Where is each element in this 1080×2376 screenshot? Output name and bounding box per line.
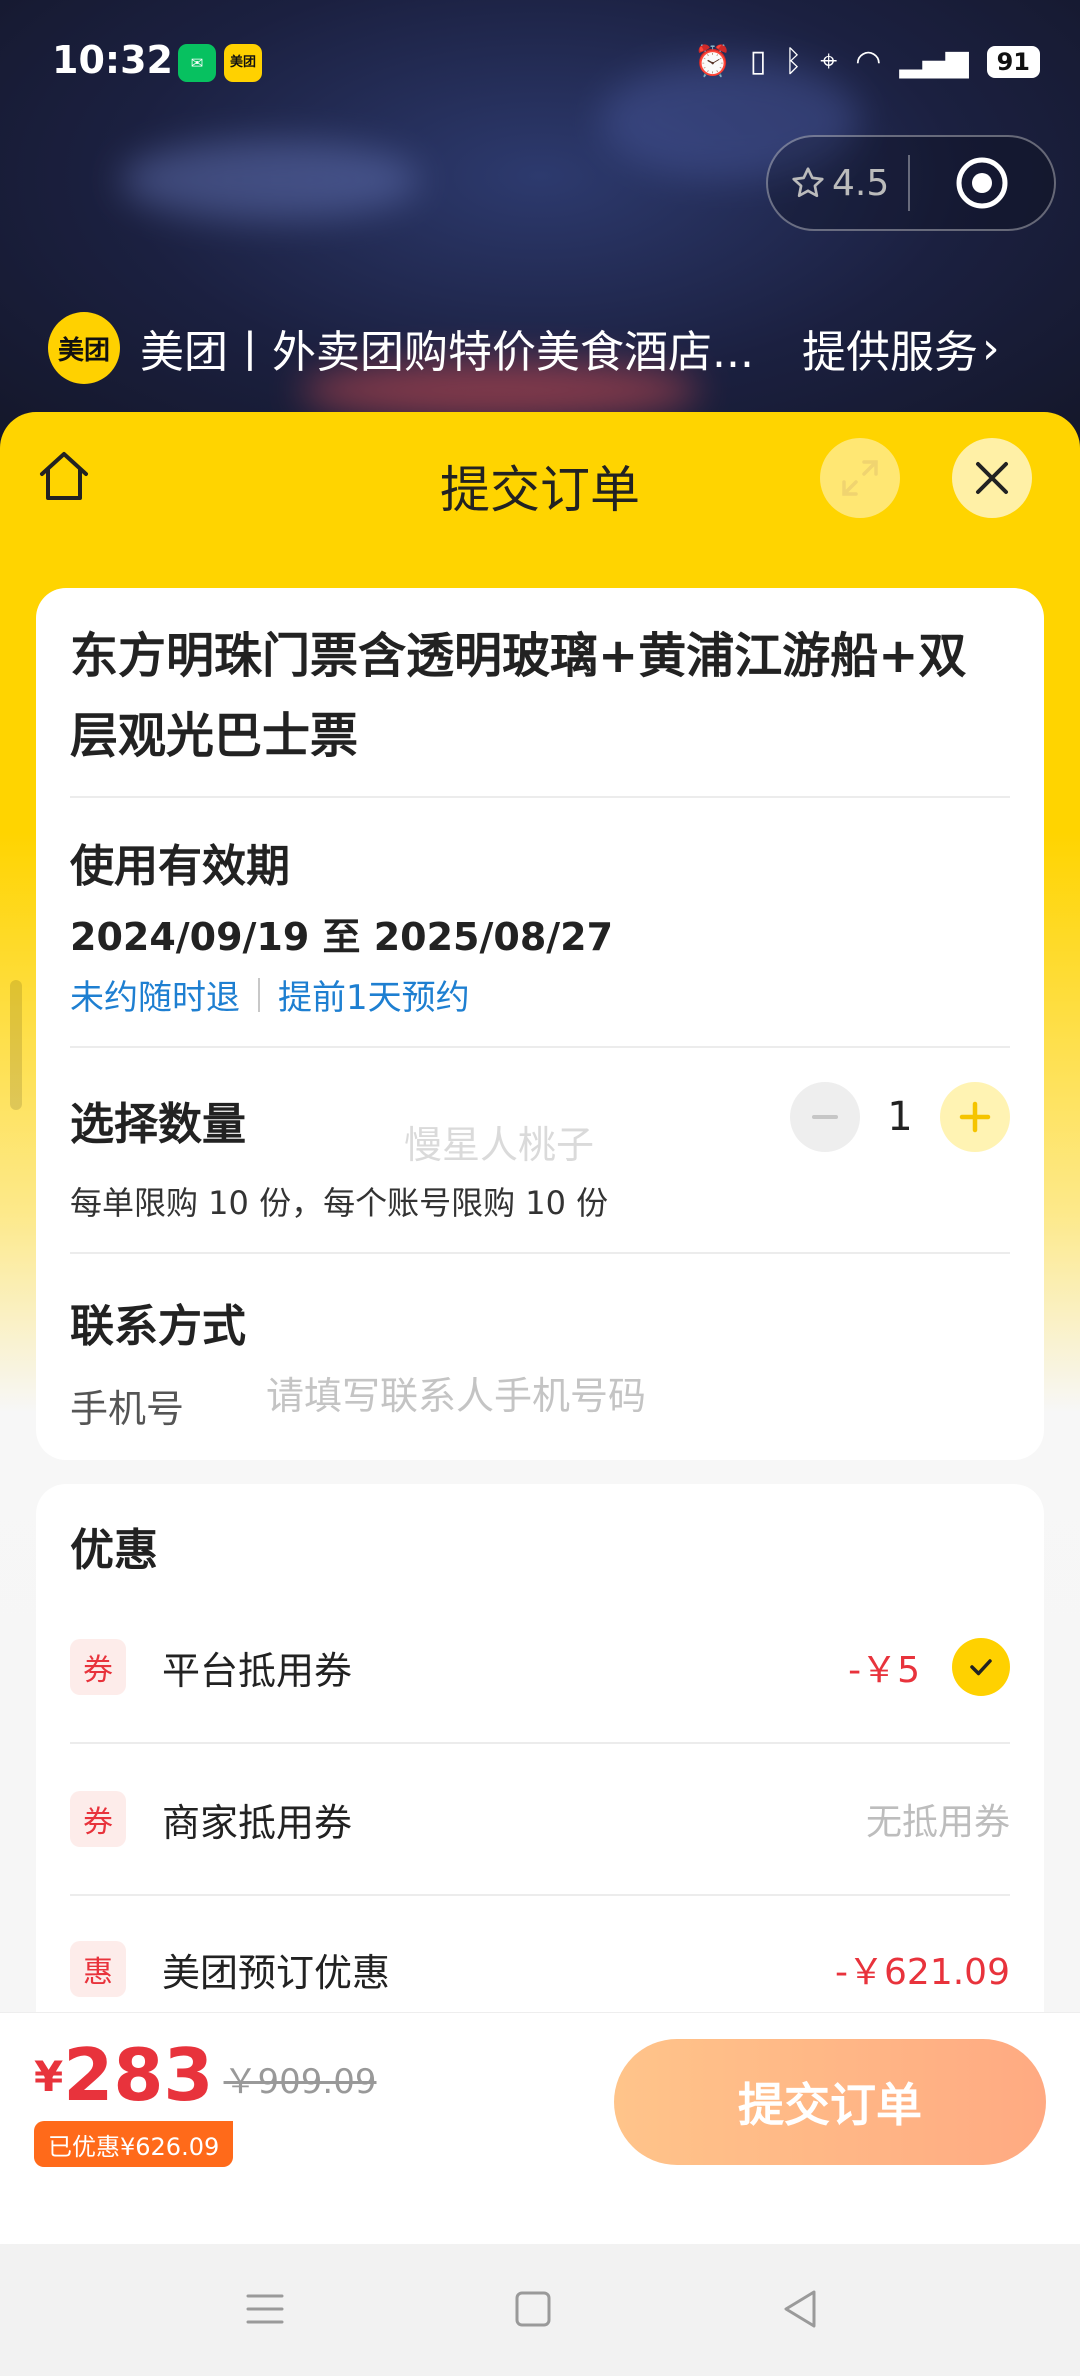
coupon-row-platform[interactable]: 券 平台抵用券 -￥5 (70, 1592, 1010, 1742)
discount-title: 优惠 (70, 1525, 158, 1576)
home-square-icon[interactable] (508, 2284, 558, 2334)
checkmark-icon[interactable] (952, 1638, 1010, 1696)
divider (70, 1046, 1010, 1048)
battery-indicator: 91 (986, 45, 1040, 78)
validity-label: 使用有效期 (70, 841, 290, 892)
contact-label: 联系方式 (70, 1301, 246, 1352)
meituan-app-icon: 美团 (224, 44, 262, 82)
bluetooth-icon: ᛒ (784, 44, 803, 79)
coupon-tag: 惠 (70, 1941, 126, 1997)
coupon-value: -￥621.09 (835, 1952, 1010, 1993)
policy-row: 未约随时退 提前1天预约 (70, 970, 470, 1019)
system-nav-bar (0, 2244, 1080, 2376)
policy-separator (258, 977, 260, 1012)
meituan-logo: 美团 (48, 312, 120, 384)
vibrate-icon: ▯ (749, 44, 767, 79)
expand-button[interactable] (820, 438, 900, 518)
order-sheet: 提交订单 东方明珠门票含透明玻璃+黄浦江游船+双层观光巴士票 使用有效期 202… (0, 412, 1080, 2242)
signal-icon: ▂▄▆ (899, 44, 969, 79)
wechat-icon: ✉ (178, 44, 216, 82)
coupon-name: 平台抵用券 (162, 1648, 353, 1693)
coupon-tag: 券 (70, 1791, 126, 1847)
quantity-value: 1 (887, 1094, 913, 1140)
status-time: 10:32 (52, 38, 173, 82)
back-icon[interactable] (776, 2284, 826, 2334)
booking-policy-link[interactable]: 提前1天预约 (278, 970, 470, 1019)
service-provider: 美团 美团丨外卖团购特价美食酒店... 提供服务 › (48, 310, 1048, 386)
coupon-row-merchant[interactable]: 券 商家抵用券 无抵用券 (70, 1744, 1010, 1894)
purchase-limit-note: 每单限购 10 份，每个账号限购 10 份 (70, 1184, 609, 1222)
watermark-text: 慢星人桃子 (404, 1123, 595, 1167)
menu-icon[interactable] (240, 2284, 290, 2334)
side-scroll-handle[interactable] (10, 980, 22, 1110)
divider (70, 1252, 1010, 1254)
status-bar: 10:32 ✉ 美团 ⏰ ▯ ᛒ ⌖ ◠ ▂▄▆ 91 (0, 0, 1080, 130)
original-price: ￥909.09 (223, 2062, 377, 2102)
rating-button[interactable]: 4.5 (768, 163, 908, 204)
coupon-tag: 券 (70, 1639, 126, 1695)
close-icon (976, 462, 1008, 494)
phone-input[interactable] (266, 1364, 986, 1428)
quantity-stepper: 1 (790, 1082, 1010, 1152)
increase-button[interactable] (940, 1082, 1010, 1152)
wifi-icon: ◠ (855, 44, 882, 79)
coupon-value: 无抵用券 (865, 1802, 1010, 1843)
rating-value: 4.5 (832, 162, 890, 204)
submit-order-button[interactable]: 提交订单 (614, 2039, 1046, 2165)
saved-badge: 已优惠¥626.09 (34, 2121, 234, 2167)
product-card: 东方明珠门票含透明玻璃+黄浦江游船+双层观光巴士票 使用有效期 2024/09/… (36, 588, 1044, 1460)
refund-policy-link[interactable]: 未约随时退 (70, 970, 240, 1019)
validity-date-range: 2024/09/19 至 2025/08/27 (70, 915, 614, 959)
minus-icon (812, 1115, 838, 1119)
target-icon (956, 157, 1008, 209)
plus-icon (959, 1101, 991, 1133)
currency-symbol: ¥ (34, 2052, 64, 2101)
miniprogram-capsule: 4.5 (766, 135, 1056, 231)
provider-service-link[interactable]: 提供服务 › (802, 316, 1000, 380)
close-miniprogram-button[interactable] (910, 156, 1054, 210)
provider-name: 美团丨外卖团购特价美食酒店... (140, 327, 754, 378)
expand-icon (842, 460, 878, 496)
coupon-value: -￥5 (848, 1650, 920, 1691)
coupon-name: 美团预订优惠 (162, 1950, 391, 1995)
checkout-bar: ¥ 283 ￥909.09 已优惠¥626.09 提交订单 (0, 2012, 1080, 2244)
star-icon (792, 167, 824, 198)
alarm-icon: ⏰ (694, 44, 732, 79)
phone-label: 手机号 (70, 1387, 185, 1431)
final-price: 283 (63, 2033, 214, 2117)
page-title: 提交订单 (440, 461, 640, 519)
sheet-header: 提交订单 (0, 412, 1080, 544)
close-button[interactable] (952, 438, 1032, 518)
provider-link-label: 提供服务 (802, 327, 978, 378)
price-summary: ¥ 283 ￥909.09 (34, 2039, 377, 2111)
divider (70, 796, 1010, 798)
chevron-right-icon: › (982, 322, 1000, 374)
quantity-label: 选择数量 (70, 1099, 246, 1150)
location-icon: ⌖ (820, 44, 838, 79)
decrease-button[interactable] (790, 1082, 860, 1152)
discount-card: 优惠 券 平台抵用券 -￥5 券 商家抵用券 无抵用券 惠 美团预订优惠 -￥6… (36, 1484, 1044, 2044)
coupon-name: 商家抵用券 (162, 1800, 353, 1845)
product-title: 东方明珠门票含透明玻璃+黄浦江游船+双层观光巴士票 (70, 628, 967, 764)
